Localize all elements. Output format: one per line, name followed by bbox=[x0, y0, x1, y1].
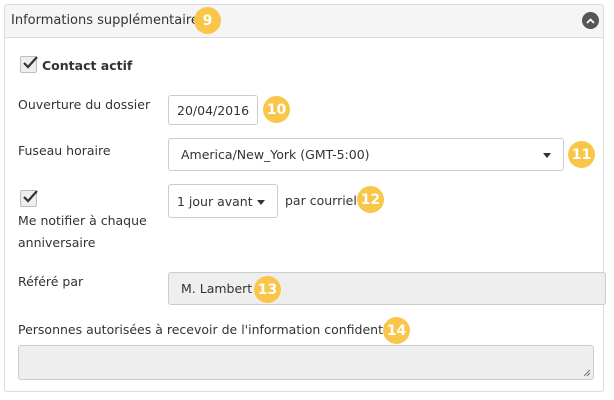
step-badge-11: 11 bbox=[568, 141, 595, 168]
step-badge-13: 13 bbox=[254, 276, 281, 303]
timezone-label: Fuseau horaire bbox=[18, 143, 111, 158]
step-badge-14: 14 bbox=[383, 317, 410, 344]
referred-by-label: Référé par bbox=[18, 274, 84, 289]
timezone-value: America/New_York (GMT-5:00) bbox=[181, 147, 370, 162]
anniversary-timing-select[interactable]: 1 jour avant bbox=[168, 184, 278, 218]
anniversary-notify-label-line2: anniversaire bbox=[18, 235, 96, 250]
referred-by-input[interactable]: M. Lambert bbox=[168, 272, 606, 305]
contact-active-label: Contact actif bbox=[42, 58, 133, 73]
step-badge-10: 10 bbox=[263, 96, 290, 123]
anniversary-notify-label-line1: Me notifier à chaque bbox=[18, 213, 147, 228]
authorized-persons-textarea[interactable] bbox=[18, 345, 594, 380]
chevron-down-icon bbox=[257, 200, 265, 205]
step-badge-12: 12 bbox=[357, 186, 384, 213]
anniversary-notify-checkbox[interactable] bbox=[20, 190, 38, 207]
opening-date-input[interactable]: 20/04/2016 bbox=[168, 95, 258, 125]
resize-handle-icon[interactable] bbox=[583, 369, 591, 377]
opening-date-value: 20/04/2016 bbox=[177, 102, 250, 118]
chevron-down-icon bbox=[543, 153, 551, 158]
timezone-select[interactable]: America/New_York (GMT-5:00) bbox=[168, 138, 564, 171]
checkmark-icon bbox=[23, 56, 38, 69]
checkmark-icon bbox=[23, 190, 38, 203]
referred-by-value: M. Lambert bbox=[181, 281, 253, 296]
authorized-persons-label: Personnes autorisées à recevoir de l'inf… bbox=[18, 322, 409, 337]
collapse-icon[interactable] bbox=[582, 12, 599, 29]
opening-date-label: Ouverture du dossier bbox=[18, 97, 151, 112]
step-badge-9: 9 bbox=[194, 7, 221, 34]
panel-header[interactable]: Informations supplémentaires bbox=[5, 5, 603, 38]
contact-active-checkbox[interactable] bbox=[20, 56, 38, 73]
anniversary-timing-value: 1 jour avant bbox=[177, 193, 253, 209]
panel-title: Informations supplémentaires bbox=[11, 13, 206, 28]
anniversary-suffix-label: par courriel bbox=[285, 193, 357, 208]
